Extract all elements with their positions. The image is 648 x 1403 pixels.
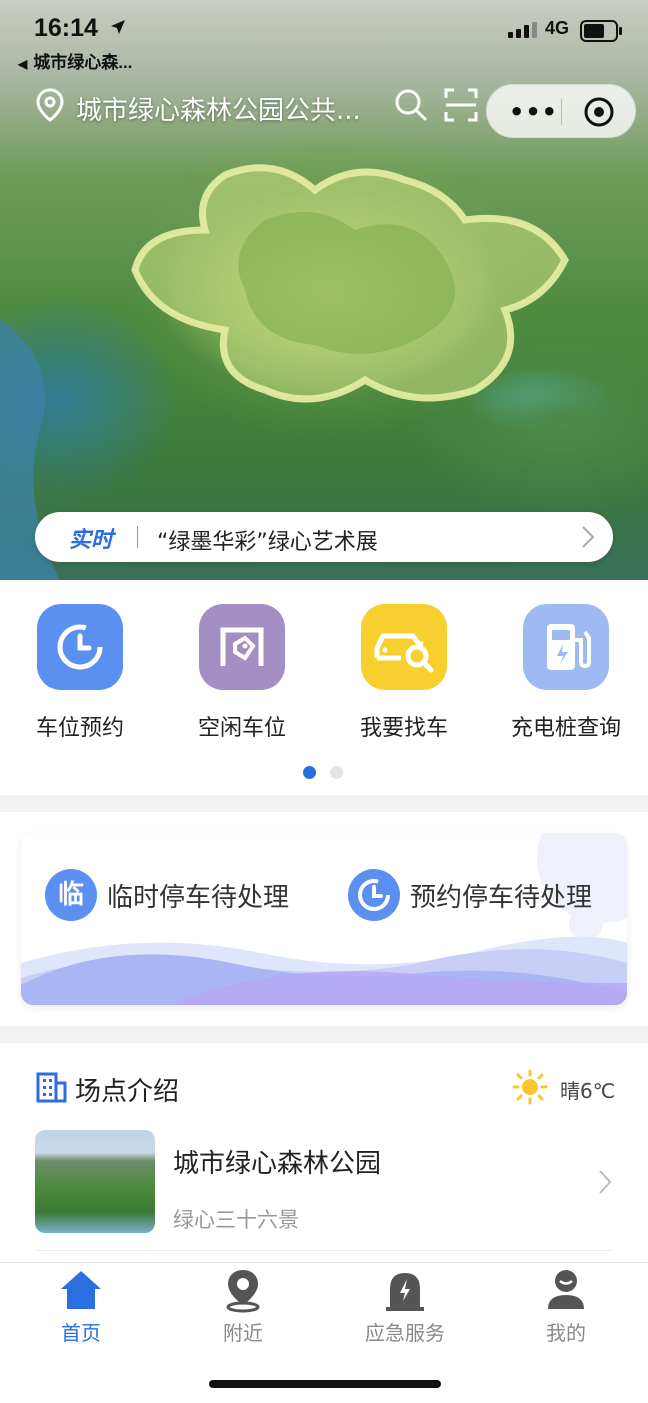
pending-label: 临时停车待处理 [107,883,290,913]
reserved-parking-pending[interactable]: 预约停车待处理 [348,869,618,921]
clock-icon [358,879,390,911]
back-to-app-link[interactable]: ◀ 城市绿心森... [18,48,132,73]
row-divider [35,1250,613,1251]
tab-profile[interactable]: 我的 [506,1267,626,1346]
car-search-icon [374,633,434,673]
quick-action-icon-bg [199,604,285,690]
building-icon [36,1072,67,1103]
search-icon[interactable] [394,88,428,122]
realtime-divider [137,526,138,548]
tab-label: 首页 [61,1321,101,1345]
wave-decoration [21,936,627,1005]
temp-badge: 临 [45,869,97,921]
status-bar: 16:14 4G [0,10,648,46]
realtime-tag: 实时 [69,528,114,553]
clock-icon-badge [348,869,400,921]
quick-action-free-spaces[interactable]: 空闲车位 [172,604,312,742]
user-icon [548,1270,584,1309]
battery-icon [580,20,622,42]
quick-action-icon-bg [523,604,609,690]
charging-pile-icon [547,624,591,670]
page-dot[interactable] [330,766,343,779]
chevron-right-icon[interactable] [598,1169,612,1195]
quick-action-icon-bg [37,604,123,690]
capsule-divider [561,99,562,125]
sunny-icon [512,1069,548,1105]
weather-text: 晴6℃ [560,1079,616,1103]
tab-label: 应急服务 [365,1321,445,1345]
quick-action-charging[interactable]: 充电桩查询 [496,604,636,742]
parking-tag-icon [220,627,264,666]
quick-action-label: 充电桩查询 [510,716,621,741]
mini-program-capsule: ••• [486,84,636,138]
pending-label: 预约停车待处理 [410,883,593,913]
quick-action-find-car[interactable]: 我要找车 [334,604,474,742]
chevron-right-icon [582,526,595,548]
realtime-text: “绿墨华彩”绿心艺术展 [157,530,378,555]
park-thumbnail[interactable] [35,1130,155,1233]
section-title: 场点介绍 [75,1077,180,1107]
page-title[interactable]: 城市绿心森林公园公共... [76,90,361,127]
page-indicator [303,764,357,783]
site-intro-section: 场点介绍 晴6℃ 城市绿心森林公园 绿心三十六景 [0,1043,648,1263]
tab-label: 附近 [223,1321,263,1345]
park-name[interactable]: 城市绿心森林公园 [173,1143,381,1180]
section-divider [0,1026,648,1043]
back-triangle-icon: ◀ [18,57,28,71]
location-arrow-icon [111,20,125,34]
quick-action-reserve[interactable]: 车位预约 [10,604,150,742]
quick-actions: 车位预约 空闲车位 我要找车 充电桩查询 [0,580,648,795]
clock-icon [57,624,103,670]
close-mini-program-icon[interactable] [583,96,615,128]
pending-parking-card: 临 临时停车待处理 预约停车待处理 [21,833,627,1005]
tab-home[interactable]: 首页 [21,1267,141,1346]
quick-action-label: 空闲车位 [197,716,286,741]
park-subtitle: 绿心三十六景 [173,1208,299,1232]
quick-action-icon-bg [361,604,447,690]
location-pin-icon[interactable] [36,88,64,122]
location-icon [226,1270,260,1313]
quick-action-label: 我要找车 [359,716,448,741]
more-menu-button[interactable]: ••• [509,98,558,126]
realtime-news-bar[interactable]: 实时 “绿墨华彩”绿心艺术展 [35,512,613,562]
status-time: 16:14 [34,14,98,42]
signal-icon [508,22,537,38]
quick-action-label: 车位预约 [35,716,124,741]
tab-emergency[interactable]: 应急服务 [345,1267,465,1346]
emergency-light-icon [386,1273,424,1311]
section-divider [0,795,648,812]
home-icon [61,1271,101,1309]
network-type: 4G [545,18,570,38]
scan-icon[interactable] [444,88,478,122]
home-indicator[interactable] [209,1380,441,1388]
page-dot-active[interactable] [303,766,316,779]
park-aerial-shape [131,164,569,403]
tab-nearby[interactable]: 附近 [183,1267,303,1346]
tab-label: 我的 [546,1321,586,1345]
temp-parking-pending[interactable]: 临 临时停车待处理 [45,869,325,921]
